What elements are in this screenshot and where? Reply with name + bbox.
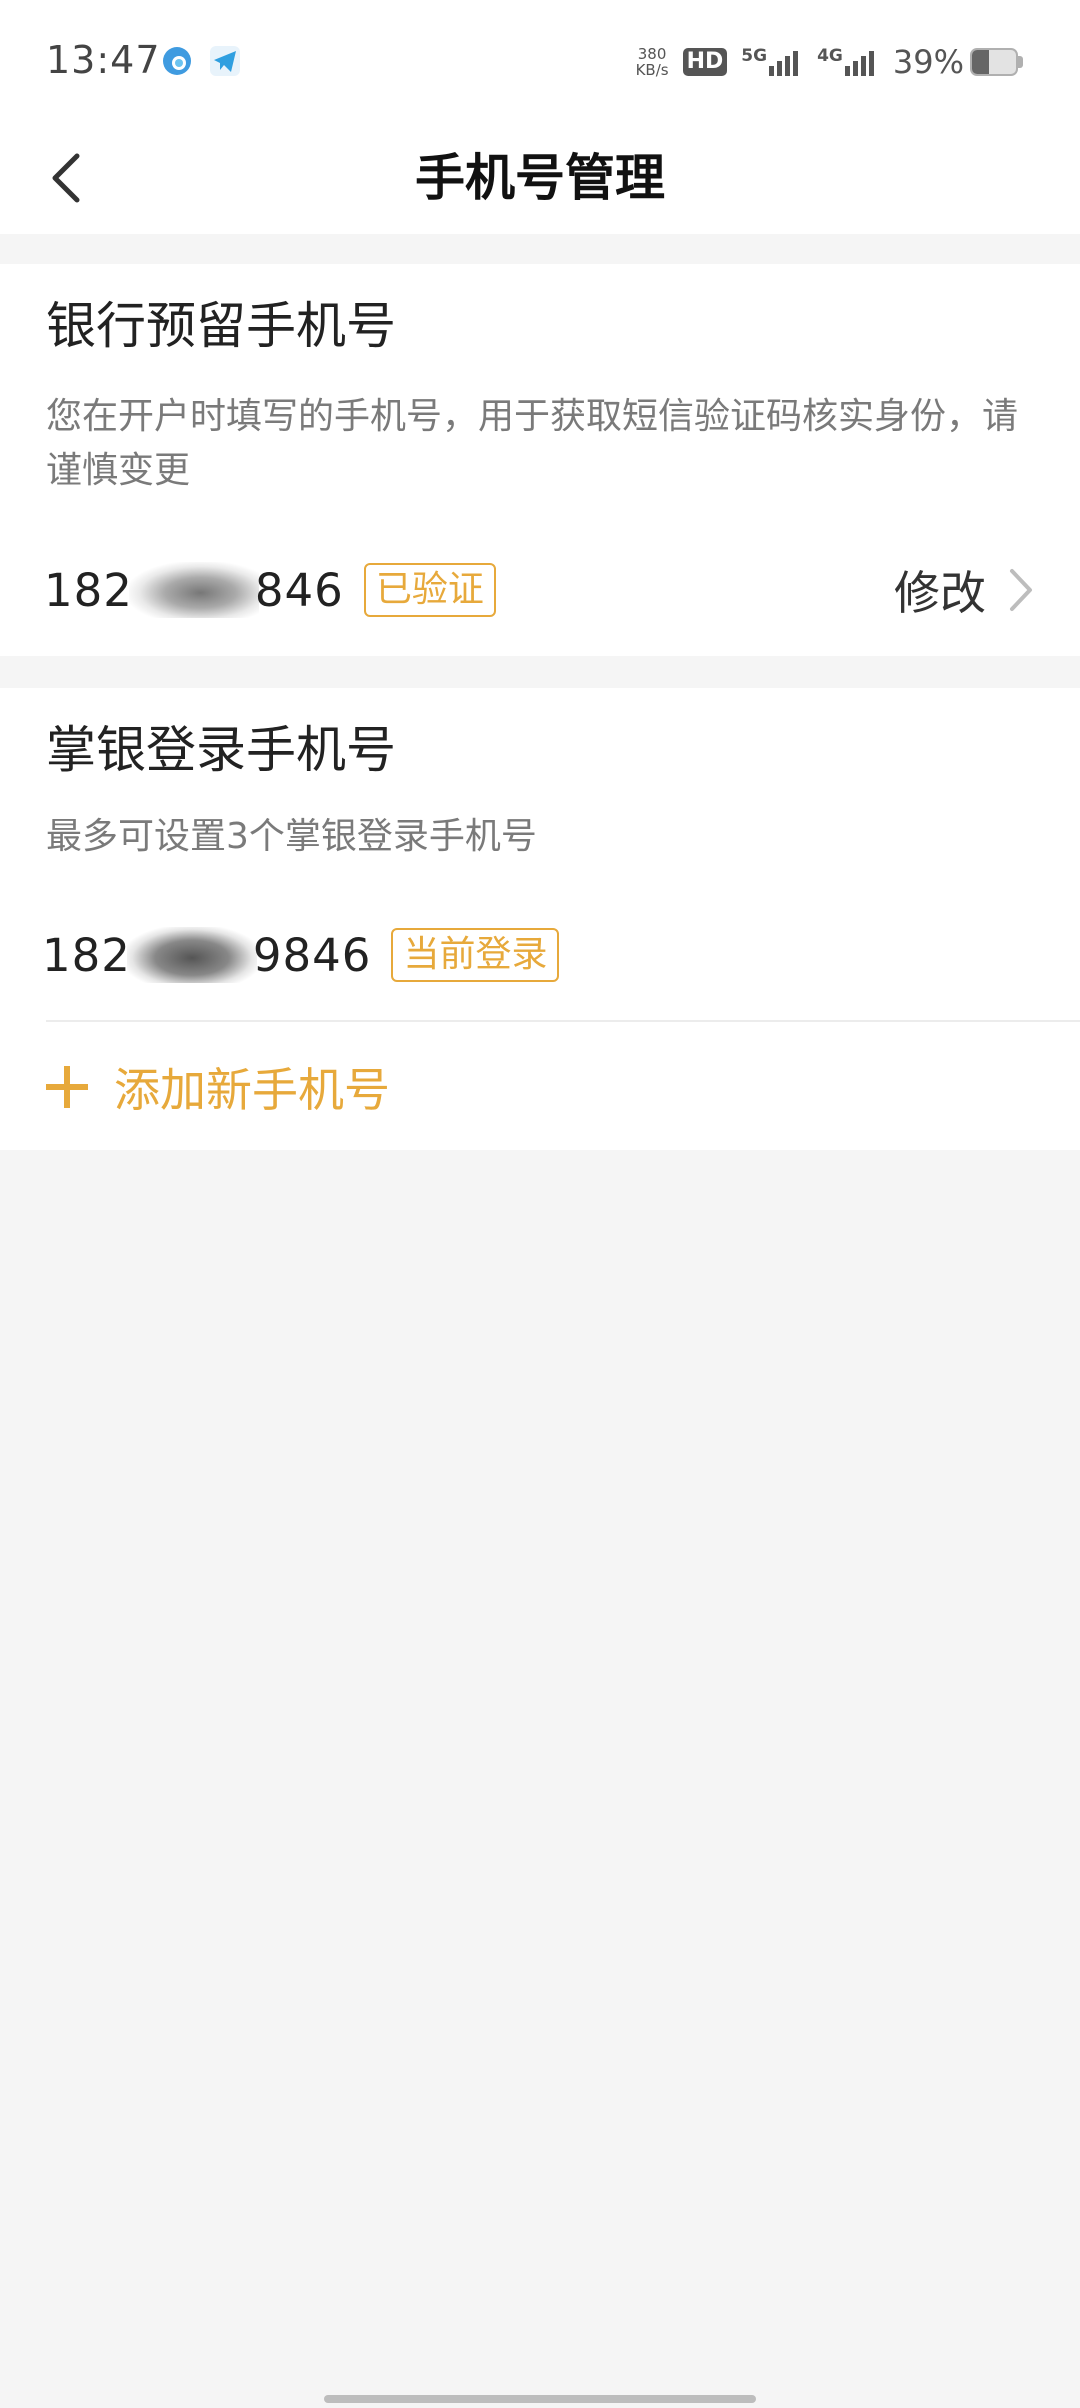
browser-app-icon	[163, 47, 191, 75]
login-phones-title: 掌银登录手机号	[46, 721, 396, 779]
page-title: 手机号管理	[415, 149, 665, 207]
divider	[46, 1020, 1080, 1022]
hd-voice-icon: HD	[682, 48, 728, 76]
bank-phone-description: 您在开户时填写的手机号，用于获取短信验证码核实身份，请谨慎变更	[46, 396, 1019, 491]
verified-badge: 已验证	[363, 563, 496, 617]
signal-bars-icon	[844, 51, 874, 76]
add-phone-button[interactable]: 添加新手机号	[42, 1055, 390, 1119]
network-speed-value: 380	[637, 45, 667, 63]
phone-number-mask	[126, 927, 257, 983]
bank-phone-title: 银行预留手机号	[46, 297, 396, 355]
status-bar: 13:47 380 KB/s HD 5G 4G 39%	[0, 0, 1080, 128]
login-phones-description: 最多可设置3个掌银登录手机号	[46, 816, 537, 857]
bank-phone-row: 182 846 已验证	[44, 560, 496, 620]
home-indicator[interactable]	[324, 2395, 756, 2403]
add-phone-label: 添加新手机号	[114, 1063, 390, 1117]
phone-number-prefix: 182	[42, 928, 131, 982]
sim1-network-label: 5G	[741, 46, 768, 66]
network-speed: 380 KB/s	[636, 46, 669, 78]
phone-number-suffix: 846	[254, 563, 344, 617]
current-login-badge: 当前登录	[391, 928, 560, 982]
list-item: 182 9846 当前登录	[42, 925, 560, 985]
telegram-app-icon	[210, 46, 240, 76]
chevron-right-icon	[1010, 569, 1032, 611]
modify-button[interactable]: 修改	[894, 560, 1034, 620]
status-time: 13:47	[46, 38, 161, 82]
sim2-signal: 4G	[817, 46, 879, 76]
modify-label: 修改	[894, 566, 986, 620]
battery-cap	[1018, 56, 1023, 68]
sim1-signal: 5G	[741, 46, 803, 76]
phone-number-mask	[128, 562, 259, 618]
nav-bar: 手机号管理	[0, 128, 1080, 234]
phone-number-prefix: 182	[44, 563, 133, 617]
battery-percent: 39%	[892, 43, 964, 81]
signal-bars-icon	[769, 51, 799, 76]
phone-number-suffix: 9846	[252, 928, 372, 982]
network-speed-unit: KB/s	[635, 61, 669, 79]
plus-icon	[46, 1066, 88, 1108]
sim2-network-label: 4G	[817, 46, 843, 66]
battery-level	[972, 50, 990, 74]
status-indicators: 380 KB/s HD 5G 4G 39%	[636, 38, 964, 86]
battery-icon	[970, 48, 1018, 76]
